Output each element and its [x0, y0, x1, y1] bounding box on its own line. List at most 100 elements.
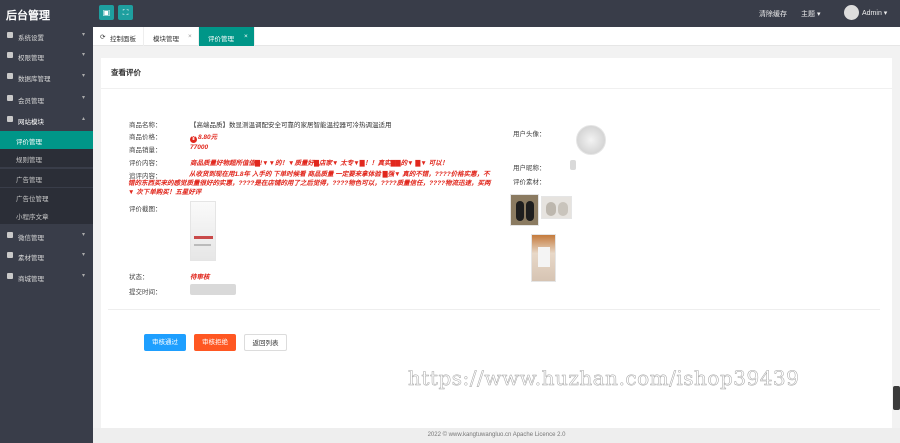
theme-label: 主题 — [801, 11, 815, 18]
chevron-down-icon: ▾ — [816, 11, 821, 18]
sidebar-subitem-label: 评价管理 — [16, 139, 42, 146]
sidebar-item-system[interactable]: 系统设置 ▾ — [0, 27, 93, 45]
wrench-icon — [7, 32, 13, 38]
fullscreen-icon[interactable]: ⛶ — [118, 5, 133, 20]
media-label: 评价素材： — [513, 179, 546, 186]
status-label: 状态： — [129, 274, 149, 281]
user-icon — [7, 95, 13, 101]
tab-dashboard[interactable]: ⟳ 控制面板 — [93, 27, 144, 46]
submit-time-value — [190, 284, 236, 295]
chevron-down-icon: ▾ — [82, 32, 86, 38]
screenshot-mark — [194, 236, 213, 239]
user-avatar-label: 用户头像： — [513, 131, 546, 138]
images-label: 评价截图： — [129, 206, 162, 213]
media-thumb-1[interactable] — [510, 194, 539, 226]
sidebar-item-label: 商城管理 — [18, 276, 44, 283]
submit-time-label: 提交时间： — [129, 289, 162, 296]
home-icon: ⟳ — [100, 34, 106, 41]
clear-cache-menu[interactable]: 清除缓存 — [759, 9, 787, 19]
slipper-shape — [526, 201, 534, 221]
toggle-sidebar-icon[interactable]: ▣ — [99, 5, 114, 20]
label-card — [538, 247, 550, 267]
media-thumb-3[interactable] — [531, 234, 556, 282]
price-text: 8.80元 — [198, 134, 218, 141]
tab-label: 评价管理 — [208, 36, 234, 43]
sidebar: 系统设置 ▾ 权限管理 ▾ 数据库管理 ▾ 会员管理 ▾ 网站模块 ▴ 评价管理… — [0, 27, 93, 443]
chevron-down-icon: ▾ — [82, 95, 86, 101]
divider — [108, 309, 880, 310]
sidebar-item-label: 数据库管理 — [18, 76, 51, 83]
slipper-shape — [516, 201, 524, 221]
chevron-down-icon: ▾ — [883, 10, 888, 17]
slipper-shape — [558, 202, 568, 216]
tab-modules[interactable]: 模块管理 × — [144, 27, 199, 46]
reject-button[interactable]: 审核拒绝 — [194, 334, 236, 351]
wechat-icon — [7, 232, 13, 238]
chevron-up-icon: ▴ — [82, 116, 86, 122]
top-bar: 后台管理 ▣ ⛶ 清除缓存 主题 ▾ Admin ▾ — [0, 0, 900, 27]
rating-label: 评价内容： — [129, 160, 162, 167]
sidebar-item-permission[interactable]: 权限管理 ▾ — [0, 47, 93, 65]
sidebar-subitem-label: 小程序文章 — [16, 214, 49, 221]
chevron-down-icon: ▾ — [82, 232, 86, 238]
sidebar-subitem-ad-slots[interactable]: 广告位管理 — [0, 188, 93, 206]
chevron-down-icon: ▾ — [82, 73, 86, 79]
app-title: 后台管理 — [6, 10, 50, 22]
grid-icon — [7, 116, 13, 122]
price-value: ¥8.80元 — [190, 131, 217, 143]
sidebar-item-members[interactable]: 会员管理 ▾ — [0, 90, 93, 108]
approve-button[interactable]: 审核通过 — [144, 334, 186, 351]
close-icon[interactable]: × — [188, 33, 192, 40]
database-icon — [7, 73, 13, 79]
chevron-down-icon: ▾ — [82, 52, 86, 58]
scrollbar[interactable] — [893, 386, 900, 410]
user-nickname — [570, 160, 576, 170]
sidebar-item-modules[interactable]: 网站模块 ▴ — [0, 111, 93, 129]
sidebar-subitem-label: 广告位管理 — [16, 196, 49, 203]
sidebar-item-wechat[interactable]: 微信管理 ▾ — [0, 227, 93, 245]
sidebar-subitem-label: 广告管理 — [16, 177, 42, 184]
sidebar-item-label: 网站模块 — [18, 119, 44, 126]
review-content: 从收货到现在用1.8年 入手的 下单时候看 商品质量 一定要来拿体验 ▇强▼ 真… — [128, 171, 491, 196]
user-nickname-label: 用户昵称： — [513, 165, 546, 172]
price-label: 商品价格： — [129, 134, 162, 141]
product-name: 【高端品质】数显测温调配安全可靠的家居智能温控器可冷热调温适用 — [190, 122, 392, 129]
sidebar-item-label: 系统设置 — [18, 35, 44, 42]
sidebar-item-materials[interactable]: 素材管理 ▾ — [0, 247, 93, 265]
tab-bar: ⟳ 控制面板 模块管理 × 评价管理 × — [93, 27, 900, 46]
sidebar-subitem-miniprogram[interactable]: 小程序文章 — [0, 206, 93, 224]
tab-reviews[interactable]: 评价管理 × — [199, 27, 255, 46]
tab-label: 控制面板 — [110, 36, 136, 43]
review-screenshot[interactable] — [190, 201, 216, 261]
media-thumb-2[interactable] — [541, 196, 572, 219]
screenshot-line — [194, 244, 211, 246]
sales-label: 商品销量： — [129, 147, 162, 154]
slipper-shape — [546, 202, 556, 216]
image-icon — [7, 252, 13, 258]
sidebar-subitem-rules[interactable]: 规则管理 — [0, 149, 93, 167]
footer: 2022 © www.kangtuwangluo.cn Apache Licen… — [93, 428, 900, 443]
sales-value: 77000 — [190, 144, 209, 151]
chevron-down-icon: ▾ — [82, 252, 86, 258]
admin-menu[interactable]: Admin ▾ — [862, 9, 887, 17]
shop-icon — [7, 273, 13, 279]
status-value: 待审核 — [190, 274, 210, 281]
sidebar-item-label: 素材管理 — [18, 255, 44, 262]
sidebar-subitem-reviews[interactable]: 评价管理 — [0, 131, 93, 149]
sidebar-subitem-ads[interactable]: 广告管理 — [0, 169, 93, 187]
sidebar-item-database[interactable]: 数据库管理 ▾ — [0, 68, 93, 86]
back-to-list-button[interactable]: 返回列表 — [244, 334, 287, 351]
key-icon — [7, 52, 13, 58]
admin-label: Admin — [862, 10, 882, 17]
sidebar-item-label: 微信管理 — [18, 235, 44, 242]
theme-menu[interactable]: 主题 ▾ — [801, 9, 820, 19]
watermark: https://www.huzhan.com/ishop39439 — [408, 366, 800, 391]
sidebar-item-label: 权限管理 — [18, 55, 44, 62]
divider — [101, 88, 892, 89]
close-icon[interactable]: × — [244, 33, 248, 40]
user-avatar — [576, 125, 606, 155]
currency-icon: ¥ — [190, 136, 197, 143]
avatar[interactable] — [844, 5, 859, 20]
sidebar-item-shop[interactable]: 商城管理 ▾ — [0, 268, 93, 286]
product-name-label: 商品名称： — [129, 122, 162, 129]
